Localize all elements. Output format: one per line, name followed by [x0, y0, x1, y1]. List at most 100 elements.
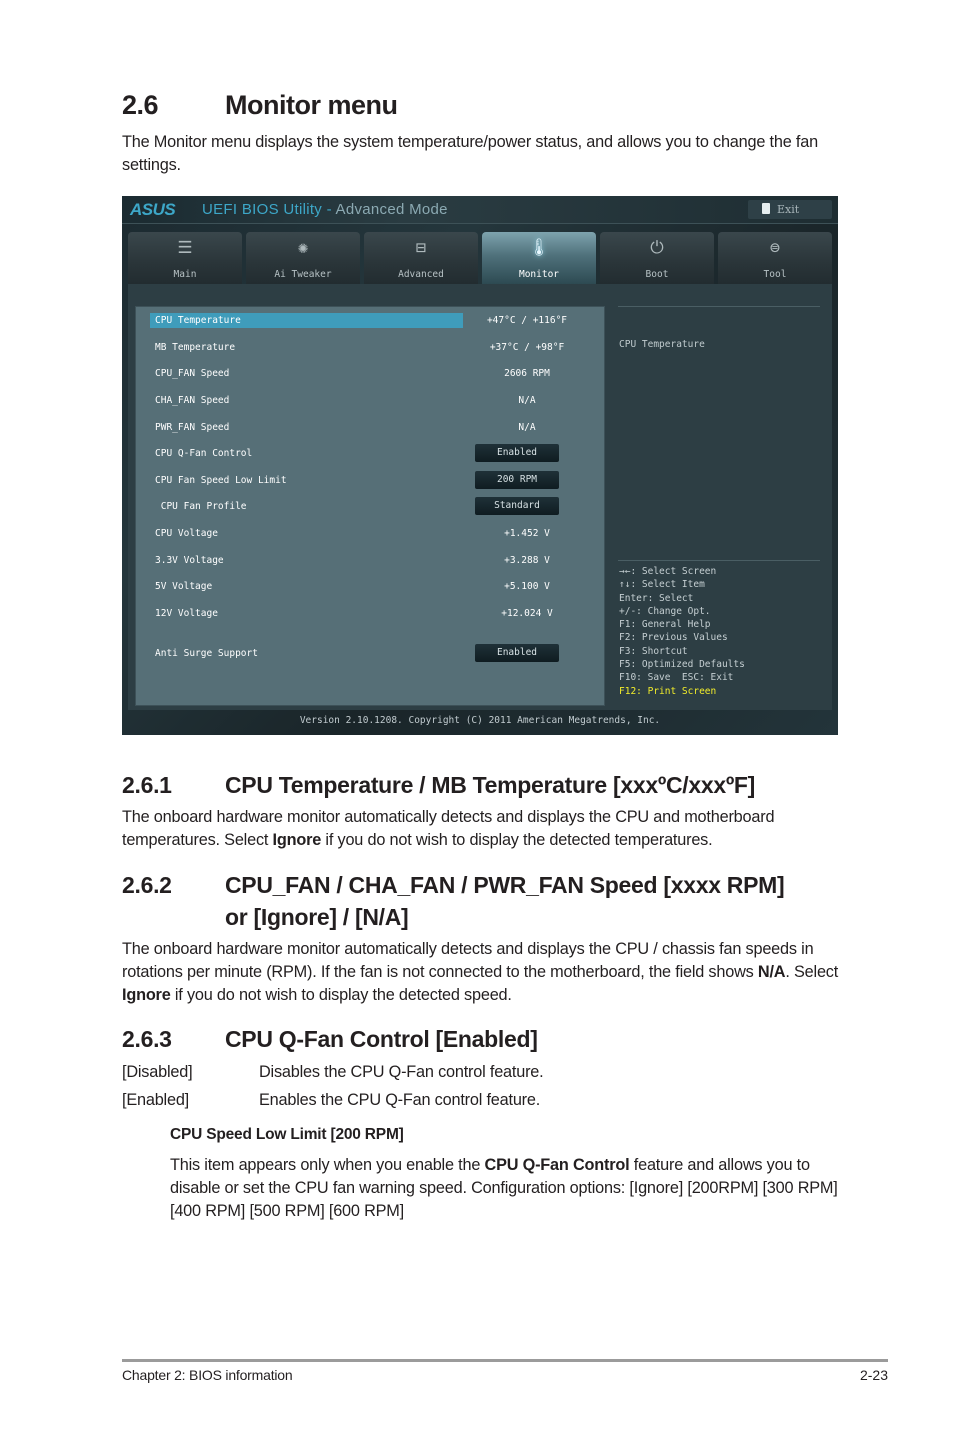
key-hint: +/-: Change Opt. — [619, 605, 711, 617]
key-legend: →←: Select Screen ↑↓: Select Item Enter: S… — [619, 565, 745, 698]
text: if you do not wish to display the detect… — [170, 986, 512, 1004]
tab-ai-tweaker[interactable]: ✺ Ai Tweaker — [246, 232, 360, 284]
setting-label: 3.3V Voltage — [155, 555, 224, 566]
setting-value: +12.024 V — [501, 608, 553, 619]
option-key: [Enabled] — [122, 1091, 189, 1109]
bios-screenshot: ASUS UEFI BIOS Utility - Advanced Mode E… — [122, 196, 838, 735]
setting-row[interactable]: 3.3V Voltage +3.288 V — [150, 553, 598, 568]
key-hint: →←: Select Screen — [619, 566, 717, 577]
bold-text: Ignore — [272, 831, 322, 849]
setting-label: CPU Temperature — [155, 315, 241, 326]
text: This item appears only when you enable t… — [170, 1156, 485, 1174]
key-hint: Enter: Select — [619, 592, 694, 604]
subsection-number: 2.6.2 — [122, 872, 172, 898]
setting-value: +1.452 V — [504, 528, 550, 539]
tab-label: Boot — [645, 269, 669, 280]
bold-text: Ignore — [122, 986, 171, 1004]
list-icon: ☰ — [177, 238, 193, 258]
tab-main[interactable]: ☰ Main — [128, 232, 242, 284]
setting-row[interactable]: CPU Voltage +1.452 V — [150, 526, 598, 541]
bold-text: N/A — [757, 963, 786, 981]
bold-text: CPU Q-Fan Control — [484, 1156, 630, 1174]
setting-value: +47°C / +116°F — [486, 315, 568, 326]
subsection-heading-261: 2.6.1 CPU Temperature / MB Temperature [x… — [122, 769, 755, 801]
tab-label: Monitor — [518, 269, 560, 280]
setting-row[interactable]: CPU Q-Fan Control Enabled — [150, 444, 598, 462]
setting-option-button[interactable]: Enabled — [475, 644, 559, 662]
bios-title: UEFI BIOS Utility - Advanced Mode — [202, 201, 448, 218]
exit-door-icon — [762, 203, 770, 214]
setting-row[interactable]: 12V Voltage +12.024 V — [150, 606, 598, 621]
setting-label: PWR_FAN Speed — [155, 422, 230, 433]
subsection-title: CPU Temperature / MB Temperature [xxxºC/… — [225, 772, 756, 798]
exit-button[interactable]: Exit — [748, 200, 832, 219]
exit-label: Exit — [777, 203, 800, 216]
setting-row[interactable]: PWR_FAN Speed N/A — [150, 420, 598, 435]
text: if you do not wish to display the detect… — [321, 831, 713, 849]
text: The onboard hardware monitor automatical… — [122, 940, 814, 981]
title-line-1: CPU_FAN / CHA_FAN / PWR_FAN Speed [xxxx … — [225, 872, 785, 898]
bios-title-bar: ASUS UEFI BIOS Utility - Advanced Mode E… — [122, 196, 838, 224]
key-hint: F2: Previous Values — [619, 632, 728, 644]
setting-option-button[interactable]: 200 RPM — [475, 471, 559, 489]
setting-row[interactable]: 5V Voltage +5.100 V — [150, 579, 598, 594]
key-hint: F1: General Help — [619, 619, 711, 631]
paragraph-262: The onboard hardware monitor automatical… — [122, 938, 842, 1007]
power-icon: ⏻ — [650, 238, 664, 258]
setting-label: CPU Fan Speed Low Limit — [155, 475, 287, 486]
setting-label: CPU_FAN Speed — [155, 368, 230, 379]
setting-option-button[interactable]: Enabled — [475, 444, 559, 462]
setting-row[interactable]: CPU Fan Profile Standard — [150, 497, 598, 515]
footer-chapter: Chapter 2: BIOS information — [122, 1367, 293, 1383]
key-hint: F10: Save ESC: Exit — [619, 672, 734, 684]
subsection-title: CPU_FAN / CHA_FAN / PWR_FAN Speed [xxxx … — [225, 869, 785, 933]
key-hint: F12: Print Screen — [619, 685, 717, 697]
footer-page-number: 2-23 — [859, 1367, 888, 1383]
option-desc: Disables the CPU Q-Fan control feature. — [259, 1063, 544, 1081]
help-divider-keys — [618, 560, 820, 561]
section-title: Monitor menu — [225, 90, 398, 120]
option-row: [Enabled] Enables the CPU Q-Fan control f… — [122, 1089, 540, 1112]
setting-row[interactable]: CPU_FAN Speed 2606 RPM — [150, 366, 598, 381]
setting-label: MB Temperature — [155, 342, 236, 353]
subsection-heading-262: 2.6.2 CPU_FAN / CHA_FAN / PWR_FAN Speed [… — [122, 869, 785, 933]
setting-value: +37°C / +98°F — [489, 342, 565, 353]
setting-row[interactable]: Anti Surge Support Enabled — [150, 644, 598, 662]
tab-monitor[interactable]: 🌡 Monitor — [482, 232, 596, 284]
setting-row[interactable]: CPU Fan Speed Low Limit 200 RPM — [150, 471, 598, 489]
bios-mode: Advanced Mode — [335, 201, 448, 218]
section-number: 2.6 — [122, 90, 159, 120]
setting-row[interactable]: MB Temperature +37°C / +98°F — [150, 340, 598, 355]
subsection-number: 2.6.1 — [122, 772, 172, 798]
thermometer-icon: 🌡 — [528, 238, 550, 258]
setting-row[interactable]: CPU Temperature +47°C / +116°F — [150, 313, 598, 328]
tab-label: Tool — [763, 269, 787, 280]
tab-boot[interactable]: ⏻ Boot — [600, 232, 714, 284]
paragraph-261: The onboard hardware monitor automatical… — [122, 806, 842, 852]
tab-advanced[interactable]: ⊟ Advanced — [364, 232, 478, 284]
setting-label: CHA_FAN Speed — [155, 395, 230, 406]
setting-label: 5V Voltage — [155, 581, 213, 592]
title-line-2: or [Ignore] / [N/A] — [225, 904, 409, 930]
section-intro: The Monitor menu displays the system tem… — [122, 133, 818, 174]
section-heading: 2.6 Monitor menu — [122, 90, 398, 121]
bios-content: CPU Temperature +47°C / +116°F MB Temperat… — [128, 284, 832, 710]
setting-row[interactable]: CHA_FAN Speed N/A — [150, 393, 598, 408]
tab-tool[interactable]: ⊜ Tool — [718, 232, 832, 284]
setting-label: CPU Fan Profile — [155, 501, 247, 512]
option-row: [Disabled] Disables the CPU Q-Fan control… — [122, 1061, 544, 1084]
option-desc: Enables the CPU Q-Fan control feature. — [259, 1091, 541, 1109]
setting-label: Anti Surge Support — [155, 648, 258, 659]
sub-item-title: CPU Speed Low Limit [200 RPM] — [170, 1126, 404, 1143]
subsection-heading-263: 2.6.3 CPU Q-Fan Control [Enabled] — [122, 1023, 538, 1055]
tweaker-icon: ✺ — [297, 238, 309, 258]
tab-label: Main — [173, 269, 197, 280]
key-hint: ↑↓: Select Item — [619, 579, 705, 591]
help-text: CPU Temperature — [619, 339, 705, 350]
setting-label: CPU Q-Fan Control — [155, 448, 253, 459]
bios-version: Version 2.10.1208. Copyright (C) 2011 Am… — [299, 715, 661, 726]
key-hint: F3: Shortcut — [619, 645, 688, 657]
setting-option-button[interactable]: Standard — [475, 497, 559, 515]
settings-panel: CPU Temperature +47°C / +116°F MB Temperat… — [135, 306, 605, 706]
bios-title-text: UEFI BIOS Utility - — [202, 201, 336, 218]
